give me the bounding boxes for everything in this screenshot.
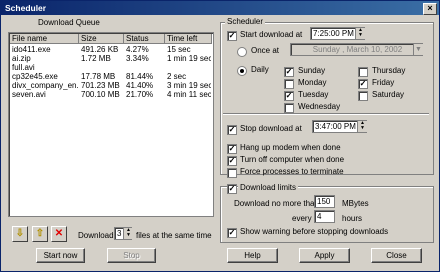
day-label-saturday: Saturday — [372, 90, 405, 99]
table-row[interactable]: cp32e45.exe 17.78 MB 81.44% 2 sec — [10, 72, 212, 81]
close-icon[interactable]: × — [427, 3, 432, 13]
cell-time: 1 min 19 sec — [167, 54, 211, 63]
cell-size: 701.23 MB — [81, 81, 120, 90]
day-label-monday: Monday — [298, 78, 327, 87]
cell-status: 21.70% — [126, 90, 154, 99]
scheduler-divider — [223, 113, 429, 115]
help-button[interactable]: Help — [227, 248, 278, 263]
delete-button[interactable]: ✕ — [51, 226, 67, 242]
download-no-more-than-label: Download no more than — [234, 199, 319, 208]
column-header-file-name[interactable]: File name — [10, 34, 79, 44]
day-label-sunday: Sunday — [298, 66, 326, 75]
force-terminate-label: Force processes to terminate — [240, 167, 344, 176]
once-label: Once at — [251, 46, 280, 55]
force-terminate-checkbox[interactable] — [227, 168, 237, 178]
mbytes-field[interactable]: 150 — [314, 195, 335, 208]
stop-button[interactable]: Stop — [107, 248, 156, 263]
every-label: every — [292, 214, 312, 223]
stop-download-label: Stop download at — [240, 124, 302, 133]
cell-time: 15 sec — [167, 45, 191, 54]
column-header-time-left[interactable]: Time left — [165, 34, 212, 44]
turn-off-computer-label: Turn off computer when done — [240, 155, 345, 164]
day-checkbox-friday[interactable]: ✓ — [358, 79, 368, 89]
day-checkbox-monday[interactable] — [284, 79, 294, 89]
title-bar: Scheduler × — [1, 1, 439, 15]
show-warning-label: Show warning before stopping downloads — [240, 227, 389, 236]
day-checkbox-wednesday[interactable] — [284, 103, 294, 113]
hours-field[interactable]: 4 — [314, 210, 335, 223]
day-checkbox-tuesday[interactable]: ✓ — [284, 91, 294, 101]
apply-button[interactable]: Apply — [299, 248, 350, 263]
concurrent-downloads-spinner[interactable]: ▲ ▼ — [123, 228, 133, 239]
column-header-size[interactable]: Size — [79, 34, 124, 44]
hours-unit-label: hours — [342, 214, 363, 223]
window-title: Scheduler — [5, 3, 47, 13]
cell-status: 81.44% — [126, 72, 154, 81]
download-limits-label: Download limits — [238, 183, 299, 193]
stop-time-spinner[interactable]: ▲ ▼ — [357, 121, 367, 132]
cell-name: ai.zip — [12, 54, 31, 63]
table-row[interactable]: seven.avi 700.10 MB 21.70% 4 min 11 sec — [10, 90, 212, 99]
mbytes-unit-label: MBytes — [342, 199, 369, 208]
move-down-button[interactable]: ⇩ — [12, 226, 28, 242]
start-download-checkbox[interactable]: ✓ — [227, 31, 237, 41]
arrow-up-icon[interactable]: ⇧ — [36, 228, 44, 239]
daily-radio[interactable] — [237, 66, 247, 76]
download-count-label: Download — [78, 231, 114, 240]
day-label-friday: Friday — [372, 78, 395, 87]
column-header-status[interactable]: Status — [124, 34, 165, 44]
table-row[interactable]: full.avi — [10, 63, 212, 72]
scheduler-window: Scheduler × Download Queue File name Siz… — [0, 0, 440, 272]
cell-size: 17.78 MB — [81, 72, 116, 81]
files-at-same-time-label: files at the same time — [136, 231, 212, 240]
start-download-label: Start download at — [240, 30, 303, 39]
download-limits-checkbox[interactable]: ✓ — [227, 184, 237, 194]
scheduler-group-label: Scheduler — [225, 17, 266, 26]
once-radio[interactable] — [237, 47, 247, 57]
cell-name: seven.avi — [12, 90, 46, 99]
cell-time: 2 sec — [167, 72, 187, 81]
cell-name: divx_company_en... — [12, 81, 78, 90]
table-row[interactable]: divx_company_en... 701.23 MB 41.40% 3 min 1… — [10, 81, 212, 90]
move-up-button[interactable]: ⇧ — [32, 226, 48, 242]
cell-name: cp32e45.exe — [12, 72, 58, 81]
hangup-modem-label: Hang up modem when done — [240, 143, 341, 152]
hangup-modem-checkbox[interactable]: ✓ — [227, 144, 237, 154]
cell-size: 700.10 MB — [81, 90, 120, 99]
day-label-wednesday: Wednesday — [298, 102, 341, 111]
day-label-tuesday: Tuesday — [298, 90, 329, 99]
download-queue-list[interactable]: File name Size Status Time left ido411.e… — [8, 32, 214, 217]
show-warning-checkbox[interactable]: ✓ — [227, 228, 237, 238]
cell-size: 491.26 KB — [81, 45, 119, 54]
close-button[interactable]: Close — [371, 248, 422, 263]
once-date-dropdown[interactable]: ▼ — [413, 44, 423, 55]
cell-time: 4 min 11 sec — [167, 90, 211, 99]
cell-status: 4.27% — [126, 45, 149, 54]
stop-download-checkbox[interactable]: ✓ — [227, 125, 237, 135]
table-row[interactable]: ido411.exe 491.26 KB 4.27% 15 sec — [10, 45, 212, 54]
day-checkbox-sunday[interactable]: ✓ — [284, 67, 294, 77]
table-row[interactable]: ai.zip 1.72 MB 3.34% 1 min 19 sec — [10, 54, 212, 63]
day-checkbox-saturday[interactable] — [358, 91, 368, 101]
close-window-button[interactable]: × — [423, 3, 437, 15]
cell-name: full.avi — [12, 63, 35, 72]
once-date-field[interactable]: Sunday , March 10, 2002 — [290, 43, 423, 56]
start-now-button[interactable]: Start now — [36, 248, 85, 263]
arrow-down-icon[interactable]: ⇩ — [16, 228, 24, 239]
start-time-spinner[interactable]: ▲ ▼ — [355, 28, 365, 39]
download-queue-label: Download Queue — [38, 18, 100, 27]
cell-status: 3.34% — [126, 54, 149, 63]
turn-off-computer-checkbox[interactable]: ✓ — [227, 156, 237, 166]
day-checkbox-thursday[interactable] — [358, 67, 368, 77]
cell-status: 41.40% — [126, 81, 154, 90]
day-label-thursday: Thursday — [372, 66, 406, 75]
red-x-icon[interactable]: ✕ — [55, 228, 63, 239]
cell-time: 3 min 19 sec — [167, 81, 211, 90]
cell-name: ido411.exe — [12, 45, 51, 54]
cell-size: 1.72 MB — [81, 54, 111, 63]
daily-label: Daily — [251, 65, 269, 74]
